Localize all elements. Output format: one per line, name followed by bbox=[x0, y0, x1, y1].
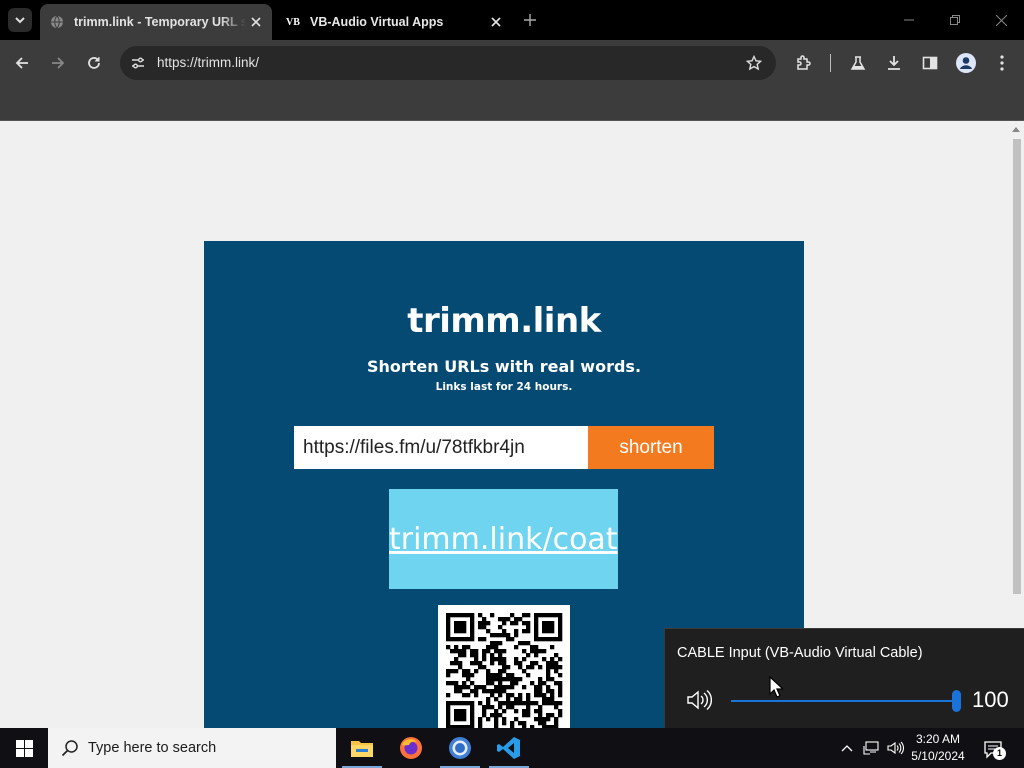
tab-title: trimm.link - Temporary URL sh bbox=[74, 15, 246, 29]
tab-vb-audio[interactable]: VB VB-Audio Virtual Apps bbox=[276, 4, 512, 40]
tab-title: VB-Audio Virtual Apps bbox=[310, 15, 444, 29]
shorten-button[interactable]: shorten bbox=[588, 426, 714, 469]
taskbar-file-explorer[interactable] bbox=[338, 728, 386, 768]
url-text: https://trimm.link/ bbox=[157, 55, 260, 70]
clock-time: 3:20 AM bbox=[915, 732, 961, 746]
clock-date: 5/10/2024 bbox=[911, 749, 965, 763]
arrow-right-icon bbox=[52, 57, 65, 69]
windows-logo-icon bbox=[15, 739, 33, 757]
scroll-thumb[interactable] bbox=[1013, 139, 1021, 594]
forward-button[interactable] bbox=[46, 51, 70, 75]
bookmarks-bar bbox=[0, 86, 1024, 121]
taskbar-firefox[interactable] bbox=[387, 728, 435, 768]
audio-device-name[interactable]: CABLE Input (VB-Audio Virtual Cable) bbox=[677, 645, 923, 661]
new-tab-button[interactable] bbox=[520, 10, 540, 30]
back-button[interactable] bbox=[10, 51, 34, 75]
plus-icon bbox=[524, 14, 536, 26]
close-tab-icon[interactable] bbox=[246, 12, 266, 32]
url-input[interactable] bbox=[294, 426, 588, 469]
short-link[interactable]: trimm.link/coat bbox=[389, 522, 618, 557]
windows-taskbar: Type here to search 3:20 AM 5/10/2024 1 bbox=[0, 728, 1024, 768]
arrow-left-icon bbox=[15, 57, 28, 69]
network-icon bbox=[863, 741, 879, 755]
network-tray-button[interactable] bbox=[862, 739, 880, 757]
chevron-down-icon bbox=[15, 17, 25, 24]
bookmark-star-icon[interactable] bbox=[744, 53, 764, 73]
qr-code bbox=[438, 605, 570, 728]
search-placeholder: Type here to search bbox=[88, 740, 217, 756]
tab-trimm-link[interactable]: trimm.link - Temporary URL sh bbox=[40, 4, 272, 40]
vscode-icon bbox=[497, 737, 520, 759]
restore-icon bbox=[950, 15, 960, 25]
close-icon bbox=[995, 14, 1007, 26]
show-hidden-icons-button[interactable] bbox=[838, 739, 856, 757]
browser-tab-bar: trimm.link - Temporary URL sh VB VB-Audi… bbox=[0, 0, 1024, 40]
volume-value: 100 bbox=[972, 687, 1009, 712]
browser-toolbar: https://trimm.link/ bbox=[0, 40, 1024, 86]
taskbar-search-box[interactable]: Type here to search bbox=[48, 728, 336, 768]
notification-center-button[interactable]: 1 bbox=[982, 738, 1006, 760]
labs-button[interactable] bbox=[846, 51, 870, 75]
tagline: Shorten URLs with real words. bbox=[366, 357, 642, 376]
firefox-icon bbox=[400, 737, 422, 759]
reload-button[interactable] bbox=[82, 51, 106, 75]
scroll-up-arrow[interactable] bbox=[1012, 127, 1020, 132]
extensions-button[interactable] bbox=[792, 51, 816, 75]
taskbar-clock[interactable]: 3:20 AM 5/10/2024 bbox=[908, 731, 968, 765]
file-explorer-icon bbox=[351, 741, 373, 757]
volume-slider-track[interactable] bbox=[731, 700, 957, 702]
site-info-icon[interactable] bbox=[128, 53, 148, 73]
reload-icon bbox=[88, 57, 100, 69]
volume-icon bbox=[886, 741, 904, 755]
toolbar-separator bbox=[830, 54, 831, 72]
volume-flyout: CABLE Input (VB-Audio Virtual Cable) 100 bbox=[664, 628, 1024, 728]
restore-button[interactable] bbox=[932, 0, 978, 40]
vb-audio-favicon: VB bbox=[286, 16, 300, 28]
search-icon bbox=[60, 738, 80, 758]
minimize-icon bbox=[904, 19, 914, 21]
mouse-cursor bbox=[769, 676, 783, 698]
globe-icon bbox=[50, 15, 64, 29]
profile-button[interactable] bbox=[954, 51, 978, 75]
side-panel-icon bbox=[922, 56, 938, 70]
puzzle-icon bbox=[797, 55, 811, 70]
tab-search-button[interactable] bbox=[8, 8, 32, 32]
address-bar[interactable]: https://trimm.link/ bbox=[120, 46, 776, 80]
menu-button[interactable] bbox=[990, 51, 1014, 75]
chrome-icon bbox=[449, 737, 471, 759]
notification-badge: 1 bbox=[993, 747, 1006, 760]
close-window-button[interactable] bbox=[978, 0, 1024, 40]
site-logo: trimm.link bbox=[407, 301, 601, 341]
result-box: trimm.link/coat bbox=[389, 489, 618, 589]
volume-slider-thumb[interactable] bbox=[952, 690, 961, 712]
speaker-icon[interactable] bbox=[685, 687, 713, 713]
expiry-note: Links last for 24 hours. bbox=[435, 381, 573, 393]
volume-tray-button[interactable] bbox=[886, 739, 904, 757]
taskbar-chrome[interactable] bbox=[436, 728, 484, 768]
more-vert-icon bbox=[1000, 55, 1004, 71]
minimize-button[interactable] bbox=[886, 0, 932, 40]
close-tab-icon[interactable] bbox=[486, 12, 506, 32]
side-panel-button[interactable] bbox=[918, 51, 942, 75]
start-button[interactable] bbox=[0, 728, 48, 768]
taskbar-vscode[interactable] bbox=[485, 728, 533, 768]
download-icon bbox=[888, 56, 900, 70]
avatar-icon bbox=[956, 53, 976, 73]
flask-icon bbox=[850, 56, 866, 70]
chevron-up-icon bbox=[841, 745, 853, 752]
downloads-button[interactable] bbox=[882, 51, 906, 75]
